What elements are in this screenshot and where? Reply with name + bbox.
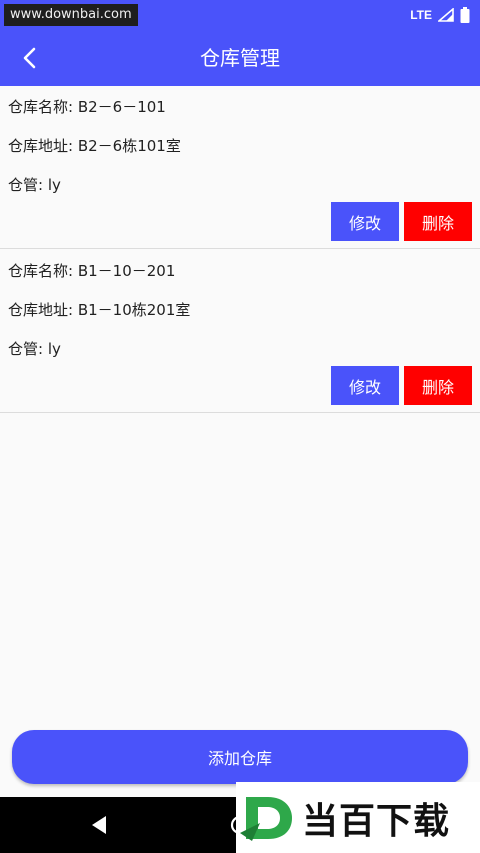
battery-icon bbox=[460, 7, 470, 23]
logo-text: 当百下载 bbox=[302, 800, 451, 842]
warehouse-address: 仓库地址: B2－6栋101室 bbox=[8, 137, 181, 155]
delete-button[interactable]: 删除 bbox=[404, 366, 472, 405]
app-toolbar: 仓库管理 bbox=[0, 30, 480, 86]
watermark-url: www.downbai.com bbox=[4, 4, 138, 26]
app-screen: www.downbai.com LTE 仓库管理 仓库名称: B2－6－101 … bbox=[0, 0, 480, 853]
status-bar: www.downbai.com LTE bbox=[0, 0, 480, 30]
warehouse-card: 仓库名称: B1－10－201 仓库地址: B1－10栋201室 仓管: ly … bbox=[0, 250, 480, 413]
network-type-label: LTE bbox=[410, 8, 432, 22]
delete-button[interactable]: 删除 bbox=[404, 202, 472, 241]
warehouse-name: 仓库名称: B2－6－101 bbox=[8, 98, 166, 116]
warehouse-name: 仓库名称: B1－10－201 bbox=[8, 262, 176, 280]
warehouse-address: 仓库地址: B1－10栋201室 bbox=[8, 301, 191, 319]
warehouse-keeper: 仓管: ly bbox=[8, 176, 61, 194]
add-warehouse-button[interactable]: 添加仓库 bbox=[12, 730, 468, 784]
nav-back-icon[interactable] bbox=[88, 813, 112, 837]
warehouse-keeper: 仓管: ly bbox=[8, 340, 61, 358]
status-icons: LTE bbox=[410, 6, 470, 24]
watermark-logo: 当百下载 bbox=[236, 782, 480, 853]
chevron-left-icon bbox=[23, 47, 36, 69]
warehouse-card: 仓库名称: B2－6－101 仓库地址: B2－6栋101室 仓管: ly 修改… bbox=[0, 86, 480, 249]
logo-d-icon bbox=[240, 796, 292, 841]
signal-icon bbox=[438, 8, 454, 22]
back-button[interactable] bbox=[10, 38, 50, 78]
edit-button[interactable]: 修改 bbox=[331, 202, 399, 241]
page-title: 仓库管理 bbox=[200, 46, 280, 70]
edit-button[interactable]: 修改 bbox=[331, 366, 399, 405]
